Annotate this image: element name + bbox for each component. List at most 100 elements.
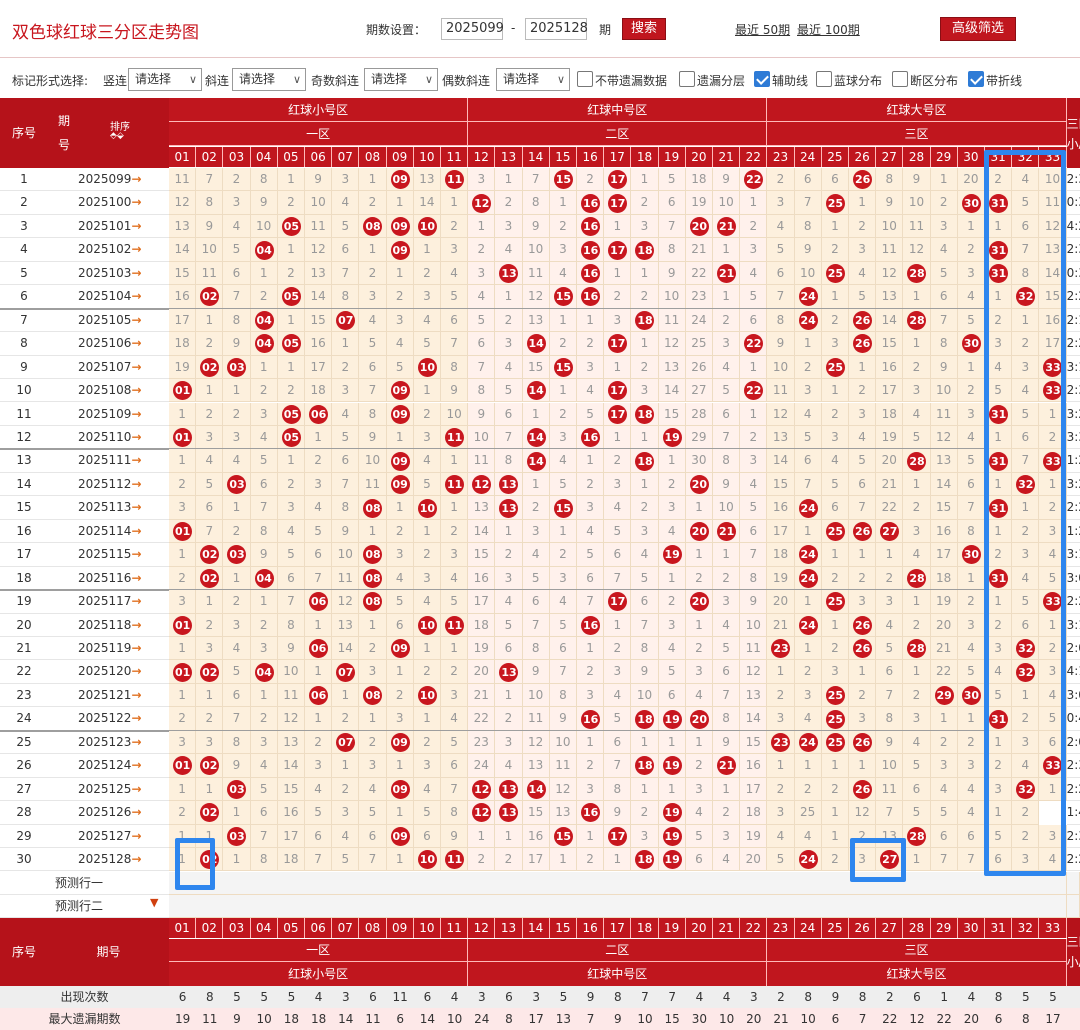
recent-100-link[interactable]: 最近 100期 — [797, 21, 860, 38]
trend-cell: 3 — [849, 238, 877, 262]
row-period[interactable]: 2025128→ — [48, 848, 169, 872]
advanced-filter-button[interactable]: 高级筛选 — [940, 17, 1016, 41]
trend-cell: 2 — [549, 402, 577, 426]
even-diagonal-select[interactable]: 请选择 ∨ — [496, 68, 570, 91]
row-period[interactable]: 2025102→ — [48, 238, 169, 262]
row-period[interactable]: 2025105→ — [48, 309, 169, 333]
search-button[interactable]: 搜索 — [622, 18, 666, 40]
row-period[interactable]: 2025115→ — [48, 543, 169, 567]
trend-cell: 12 — [903, 238, 931, 262]
sort-arrows-icon[interactable]: ⬘⬙ — [110, 131, 124, 141]
trend-cell: 7 — [794, 191, 822, 215]
trend-cell: 1 — [577, 730, 605, 755]
trend-cell: 1 — [223, 379, 251, 403]
row-period[interactable]: 2025118→ — [48, 614, 169, 637]
number-footer-26: 26 — [849, 918, 877, 939]
row-period[interactable]: 2025104→ — [48, 285, 169, 309]
trend-cell: 10 — [413, 683, 441, 708]
trend-cell: 2 — [250, 613, 278, 637]
no-miss-checkbox[interactable] — [577, 71, 593, 87]
trend-cell: 10 — [876, 754, 904, 778]
row-period[interactable]: 2025124→ — [48, 754, 169, 778]
stat-value: 22 — [930, 1008, 958, 1030]
trend-cell: 3 — [767, 801, 795, 825]
trend-cell: 13 — [495, 496, 523, 520]
row-period[interactable]: 2025127→ — [48, 825, 169, 849]
trend-cell: 8 — [332, 285, 360, 309]
trend-cell: 3 — [957, 402, 985, 426]
trend-cell: 2 — [169, 801, 197, 825]
row-period[interactable]: 2025110→ — [48, 426, 169, 450]
trend-cell: 11 — [359, 472, 387, 497]
trend-cell: 8 — [549, 683, 577, 708]
trend-cell: 2 — [631, 191, 659, 215]
chevron-down-icon[interactable]: ▼ — [150, 896, 158, 909]
diagonal-select[interactable]: 请选择 ∨ — [232, 68, 306, 91]
row-period[interactable]: 2025109→ — [48, 403, 169, 426]
row-period[interactable]: 2025123→ — [48, 731, 169, 755]
blue-dist-checkbox[interactable] — [816, 71, 832, 87]
drawn-ball: 02 — [200, 803, 220, 823]
trend-cell: 26 — [849, 777, 877, 802]
trend-cell: 3 — [441, 543, 469, 567]
recent-50-link[interactable]: 最近 50期 — [735, 21, 790, 38]
row-period[interactable]: 2025117→ — [48, 590, 169, 614]
row-period[interactable]: 2025113→ — [48, 496, 169, 520]
row-period[interactable]: 2025108→ — [48, 379, 169, 403]
row-period[interactable]: 2025101→ — [48, 215, 169, 239]
trend-cell: 11 — [196, 261, 224, 286]
trend-cell: 7 — [441, 777, 469, 802]
row-period[interactable]: 2025107→ — [48, 356, 169, 380]
trend-cell: 4 — [685, 801, 713, 825]
trend-cell: 6 — [386, 613, 414, 637]
zone-ratio: 3:0:3 — [1066, 567, 1080, 591]
row-period[interactable]: 2025121→ — [48, 684, 169, 708]
period-to-input[interactable]: 2025128 — [525, 18, 588, 40]
row-period[interactable]: 2025116→ — [48, 567, 169, 591]
row-index: 22 — [0, 660, 48, 684]
row-period[interactable]: 2025106→ — [48, 332, 169, 356]
trend-cell: 25 — [685, 332, 713, 356]
aux-line-checkbox[interactable] — [754, 71, 770, 87]
row-period[interactable]: 2025120→ — [48, 660, 169, 684]
row-period[interactable]: 2025100→ — [48, 191, 169, 215]
predict-row-cells[interactable] — [169, 894, 1067, 919]
period-from-input[interactable]: 2025099 — [441, 18, 504, 40]
miss-layer-checkbox[interactable] — [679, 71, 695, 87]
row-period[interactable]: 2025114→ — [48, 520, 169, 544]
line-checkbox[interactable] — [968, 71, 984, 87]
row-period[interactable]: 2025099→ — [48, 168, 169, 192]
break-dist-checkbox[interactable] — [892, 71, 908, 87]
trend-cell: 09 — [386, 472, 414, 497]
row-period[interactable]: 2025111→ — [48, 449, 169, 473]
trend-cell: 13 — [495, 801, 523, 825]
trend-cell: 3 — [631, 824, 659, 849]
trend-cell: 1 — [196, 777, 224, 802]
trend-cell: 1 — [223, 801, 251, 825]
trend-cell: 11 — [740, 637, 768, 661]
drawn-ball: 14 — [526, 334, 546, 354]
drawn-ball: 05 — [281, 217, 301, 237]
row-period[interactable]: 2025122→ — [48, 707, 169, 731]
row-period[interactable]: 2025119→ — [48, 637, 169, 661]
odd-diagonal-select[interactable]: 请选择 ∨ — [364, 68, 438, 91]
row-period[interactable]: 2025126→ — [48, 801, 169, 825]
zone-name-3: 红球大号区 — [767, 98, 1067, 122]
trend-cell: 6 — [821, 168, 849, 192]
trend-cell: 10 — [413, 214, 441, 239]
number-footer-04: 04 — [250, 918, 278, 939]
row-period[interactable]: 2025112→ — [48, 473, 169, 497]
vertical-select[interactable]: 请选择 ∨ — [128, 68, 202, 91]
trend-cell: 19 — [658, 543, 686, 567]
trend-cell: 2 — [359, 191, 387, 215]
trend-cell: 1 — [277, 355, 305, 380]
row-period[interactable]: 2025125→ — [48, 778, 169, 802]
period-value: 2025108 — [78, 383, 132, 398]
drawn-ball: 11 — [445, 615, 465, 635]
stat-value: 17 — [1039, 1008, 1067, 1030]
predict-row-cells[interactable] — [169, 871, 1067, 895]
stat-value: 13 — [549, 1008, 577, 1030]
trend-cell: 23 — [767, 730, 795, 755]
stat-value: 19 — [169, 1008, 197, 1030]
row-period[interactable]: 2025103→ — [48, 262, 169, 286]
